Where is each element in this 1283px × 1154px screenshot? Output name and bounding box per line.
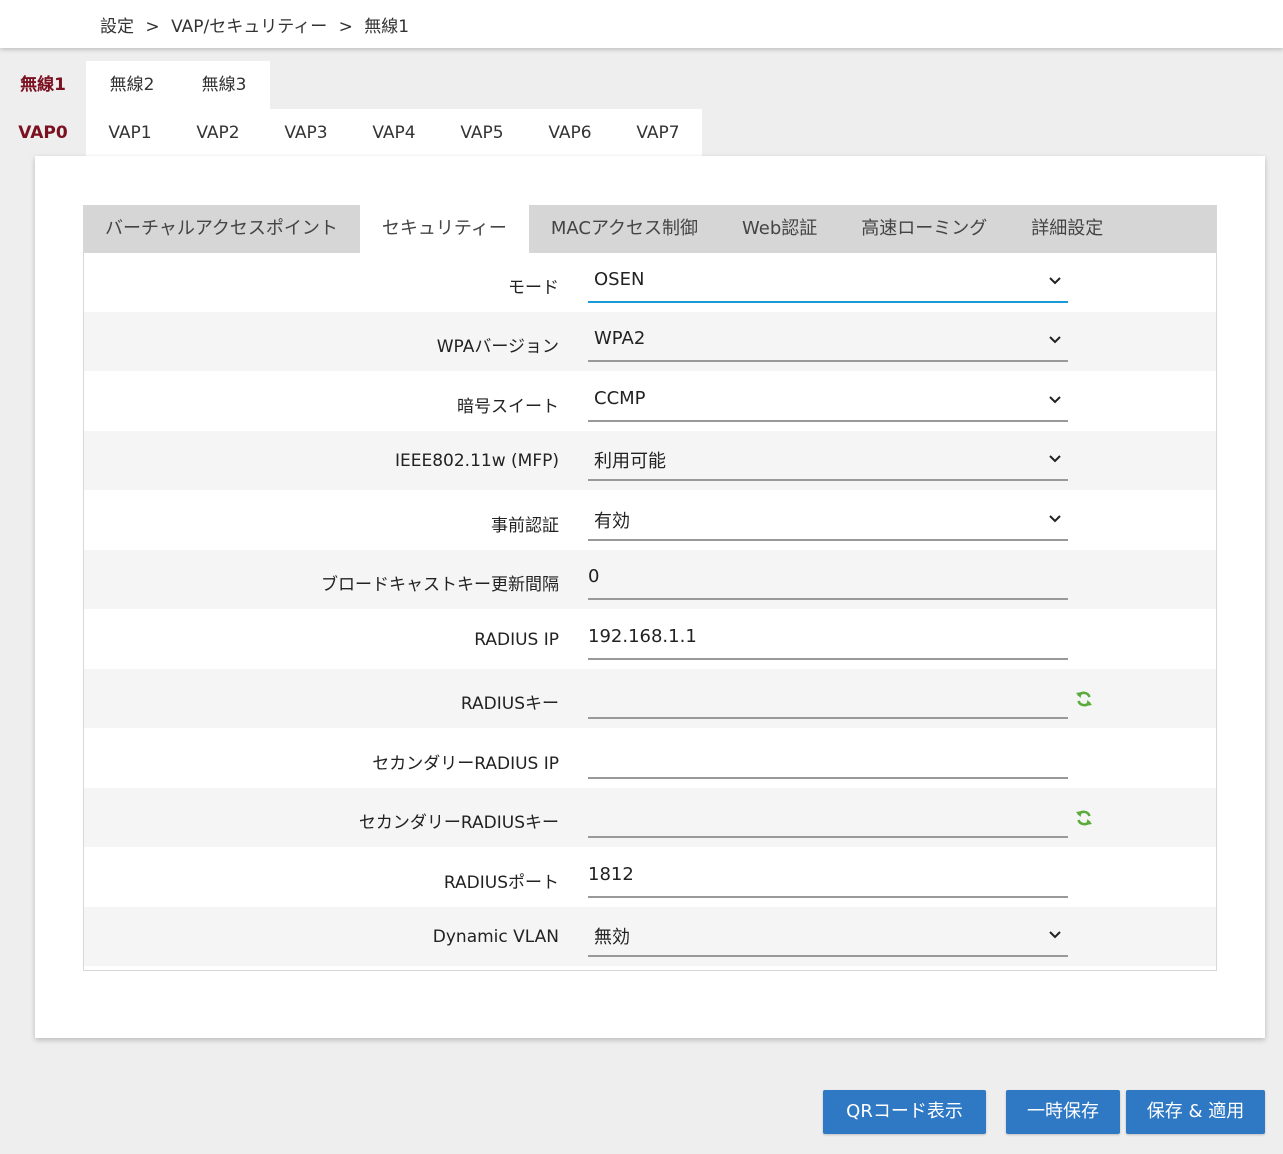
tab-vap4[interactable]: VAP4: [350, 109, 438, 157]
breadcrumb-separator: >: [338, 17, 353, 37]
top-bar: 設定 > VAP/セキュリティー > 無線1: [0, 0, 1283, 48]
secondary-radius-ip-label: セカンダリーRADIUS IP: [372, 754, 559, 774]
form-row-radius-ip: RADIUS IP 192.168.1.1: [84, 610, 1216, 669]
secondary-radius-key-input[interactable]: [588, 796, 1068, 838]
chevron-down-icon[interactable]: [1046, 271, 1064, 289]
breadcrumb-item-vap-security[interactable]: VAP/セキュリティー: [171, 17, 327, 37]
ieee80211w-label: IEEE802.11w (MFP): [395, 451, 559, 471]
radius-port-input[interactable]: 1812: [588, 856, 1068, 898]
tab-vap1[interactable]: VAP1: [86, 109, 174, 157]
secondary-radius-ip-input[interactable]: [588, 737, 1068, 779]
form-row-broadcast-key-interval: ブロードキャストキー更新間隔 0: [84, 550, 1216, 609]
breadcrumb: 設定 > VAP/セキュリティー > 無線1: [100, 12, 415, 37]
form-row-cipher-suite: 暗号スイート CCMP: [84, 372, 1216, 431]
form-row-dynamic-vlan: Dynamic VLAN 無効: [84, 907, 1216, 966]
settings-panel: バーチャルアクセスポイント セキュリティー MACアクセス制御 Web認証 高速…: [35, 156, 1265, 1038]
form-row-pre-auth: 事前認証 有効: [84, 491, 1216, 550]
form-row-radius-key: RADIUSキー: [84, 669, 1216, 728]
dynamic-vlan-select[interactable]: 無効: [588, 915, 1068, 957]
breadcrumb-separator: >: [145, 17, 160, 37]
broadcast-key-interval-input[interactable]: 0: [588, 558, 1068, 600]
mode-value: OSEN: [594, 269, 645, 290]
tab-vap6[interactable]: VAP6: [526, 109, 614, 157]
breadcrumb-item-radio1: 無線1: [364, 17, 410, 37]
temp-save-button[interactable]: 一時保存: [1006, 1090, 1120, 1134]
pre-auth-value: 有効: [594, 511, 630, 532]
wpa-version-select[interactable]: WPA2: [588, 320, 1068, 362]
breadcrumb-item-settings[interactable]: 設定: [100, 17, 134, 37]
mode-label: モード: [508, 278, 559, 298]
radius-port-label: RADIUSポート: [443, 873, 559, 893]
broadcast-key-interval-value: 0: [588, 566, 600, 587]
radius-ip-label: RADIUS IP: [474, 630, 559, 650]
radius-key-label: RADIUSキー: [460, 694, 559, 714]
tab-vap2[interactable]: VAP2: [174, 109, 262, 157]
tab-vap0[interactable]: VAP0: [0, 109, 86, 157]
cipher-suite-select[interactable]: CCMP: [588, 380, 1068, 422]
tab-radio3[interactable]: 無線3: [178, 61, 270, 109]
save-apply-button[interactable]: 保存 & 適用: [1126, 1090, 1265, 1134]
form-row-radius-port: RADIUSポート 1812: [84, 848, 1216, 907]
refresh-icon[interactable]: [1074, 689, 1094, 709]
tab-mac-access-control[interactable]: MACアクセス制御: [529, 205, 720, 253]
tab-radio2[interactable]: 無線2: [86, 61, 178, 109]
ieee80211w-select[interactable]: 利用可能: [588, 439, 1068, 481]
tab-fast-roaming[interactable]: 高速ローミング: [839, 205, 1009, 253]
form-row-secondary-radius-key: セカンダリーRADIUSキー: [84, 788, 1216, 847]
refresh-icon[interactable]: [1074, 808, 1094, 828]
form-row-secondary-radius-ip: セカンダリーRADIUS IP: [84, 729, 1216, 788]
radius-key-input[interactable]: [588, 677, 1068, 719]
chevron-down-icon[interactable]: [1046, 509, 1064, 527]
dynamic-vlan-label: Dynamic VLAN: [432, 927, 559, 947]
ieee80211w-value: 利用可能: [594, 451, 666, 472]
tab-web-auth[interactable]: Web認証: [720, 205, 839, 253]
form-row-wpa-version: WPAバージョン WPA2: [84, 312, 1216, 371]
dynamic-vlan-value: 無効: [594, 927, 630, 948]
radius-ip-value: 192.168.1.1: [588, 626, 697, 647]
security-form: モード OSEN WPAバージョン WPA2 暗号スイート CCMP IEEE802.11w…: [83, 253, 1217, 971]
pre-auth-label: 事前認証: [491, 516, 559, 536]
tab-vap5[interactable]: VAP5: [438, 109, 526, 157]
broadcast-key-interval-label: ブロードキャストキー更新間隔: [321, 575, 559, 595]
tab-security[interactable]: セキュリティー: [359, 205, 529, 253]
chevron-down-icon[interactable]: [1046, 925, 1064, 943]
tab-vap7[interactable]: VAP7: [614, 109, 702, 157]
form-row-ieee80211w: IEEE802.11w (MFP) 利用可能: [84, 431, 1216, 490]
vap-tabs: VAP0 VAP1 VAP2 VAP3 VAP4 VAP5 VAP6 VAP7: [0, 109, 702, 157]
mode-select[interactable]: OSEN: [588, 261, 1068, 303]
radius-port-value: 1812: [588, 864, 634, 885]
chevron-down-icon[interactable]: [1046, 330, 1064, 348]
qr-code-button[interactable]: QRコード表示: [823, 1090, 986, 1134]
chevron-down-icon[interactable]: [1046, 390, 1064, 408]
secondary-radius-key-label: セカンダリーRADIUSキー: [358, 813, 559, 833]
cipher-suite-label: 暗号スイート: [457, 397, 559, 417]
tab-advanced-settings[interactable]: 詳細設定: [1009, 205, 1125, 253]
form-row-mode: モード OSEN: [84, 253, 1216, 312]
wpa-version-value: WPA2: [594, 328, 646, 349]
cipher-suite-value: CCMP: [594, 388, 646, 409]
sub-tabs: バーチャルアクセスポイント セキュリティー MACアクセス制御 Web認証 高速…: [83, 205, 1217, 253]
wpa-version-label: WPAバージョン: [436, 337, 559, 357]
tab-radio1[interactable]: 無線1: [0, 61, 86, 109]
radius-ip-input[interactable]: 192.168.1.1: [588, 618, 1068, 660]
chevron-down-icon[interactable]: [1046, 449, 1064, 467]
tab-vap3[interactable]: VAP3: [262, 109, 350, 157]
radio-tabs: 無線1 無線2 無線3: [0, 61, 270, 109]
tab-virtual-access-point[interactable]: バーチャルアクセスポイント: [83, 205, 360, 253]
pre-auth-select[interactable]: 有効: [588, 499, 1068, 541]
